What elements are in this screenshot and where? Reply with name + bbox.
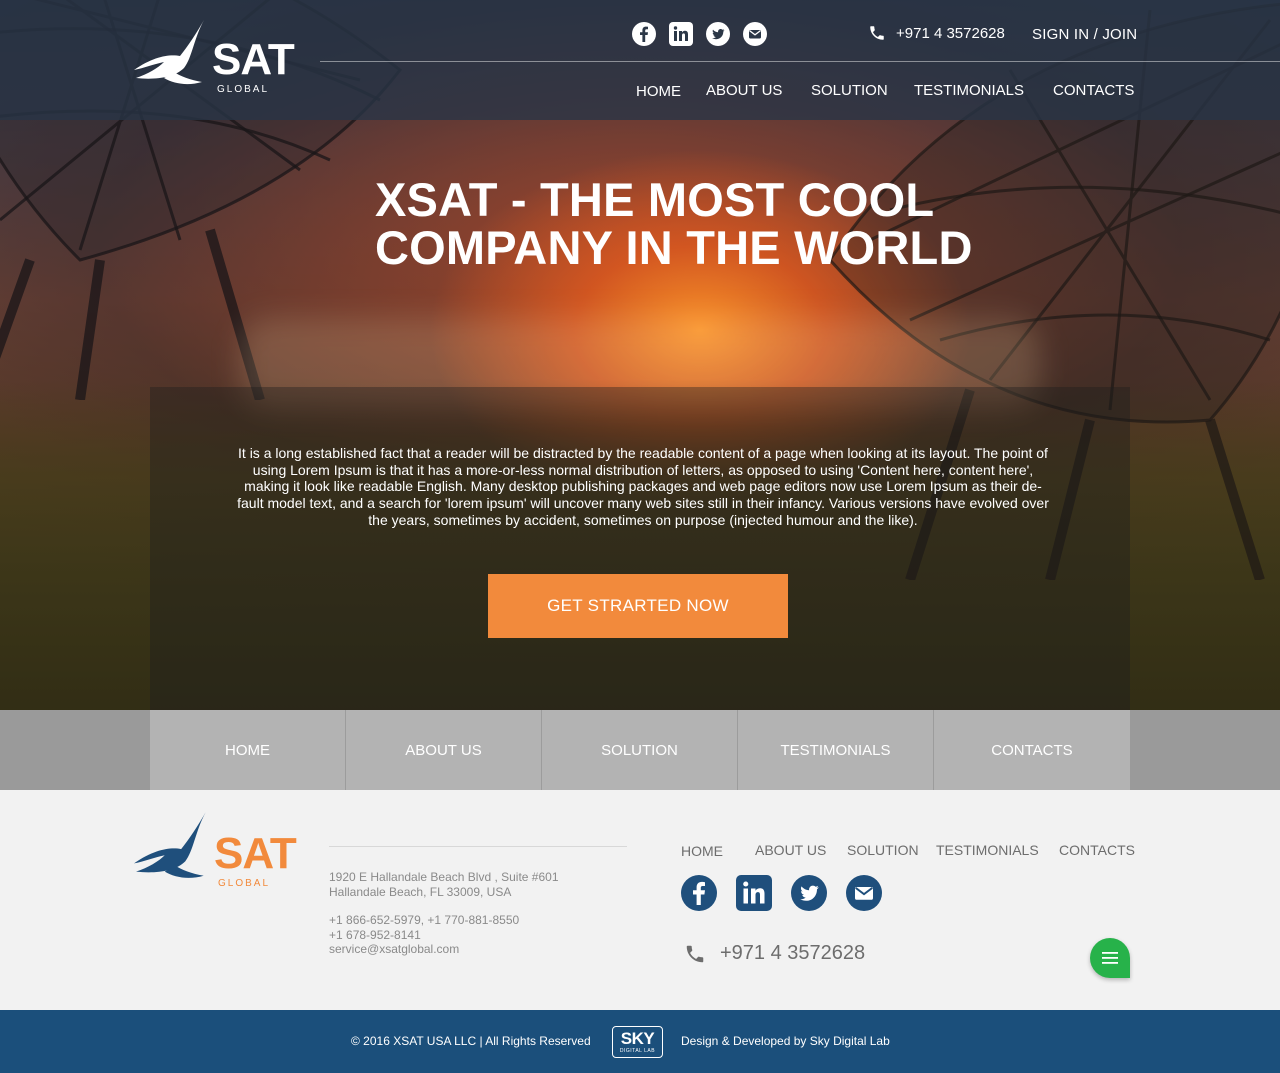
- design-credit[interactable]: Design & Developed by Sky Digital Lab: [681, 1034, 890, 1048]
- section-tabs: HOME ABOUT US SOLUTION TESTIMONIALS CONT…: [150, 710, 1130, 790]
- footer-address: 1920 E Hallandale Beach Blvd , Suite #60…: [329, 870, 559, 900]
- address-line-1: 1920 E Hallandale Beach Blvd , Suite #60…: [329, 870, 559, 884]
- sky-digital-lab-logo[interactable]: SKY DIGITAL LAB: [612, 1026, 663, 1058]
- tab-solution[interactable]: SOLUTION: [542, 710, 738, 790]
- section-tabs-bar: HOME ABOUT US SOLUTION TESTIMONIALS CONT…: [0, 710, 1280, 790]
- logo-text: SAT: [212, 35, 295, 84]
- hero-title: XSAT - THE MOST COOL COMPANY IN THE WORL…: [375, 176, 995, 272]
- header-social-links: [632, 22, 767, 46]
- nav-testimonials[interactable]: TESTIMONIALS: [914, 82, 1024, 99]
- email-icon[interactable]: [846, 875, 882, 911]
- footer-email[interactable]: service@xsatglobal.com: [329, 942, 519, 957]
- footer-divider: [329, 846, 627, 847]
- tab-home[interactable]: HOME: [150, 710, 346, 790]
- menu-icon: [1102, 952, 1118, 964]
- address-line-2: Hallandale Beach, FL 33009, USA: [329, 885, 512, 899]
- linkedin-icon[interactable]: [736, 875, 772, 911]
- header-phone[interactable]: +971 4 3572628: [868, 24, 1005, 42]
- tab-contacts[interactable]: CONTACTS: [934, 710, 1130, 790]
- xsat-logo[interactable]: SAT GLOBAL: [134, 18, 309, 98]
- hero-description: It is a long established fact that a rea…: [237, 445, 1049, 528]
- footer-social-links: [681, 875, 882, 911]
- footer-phone-number: +971 4 3572628: [720, 942, 866, 964]
- footer-nav-testimonials[interactable]: TESTIMONIALS: [936, 842, 1039, 858]
- phone-icon: [686, 945, 704, 962]
- facebook-icon[interactable]: [681, 875, 717, 911]
- get-started-button[interactable]: GET STRARTED NOW: [488, 574, 788, 638]
- hero-title-line-1: XSAT - THE MOST COOL: [375, 173, 935, 226]
- nav-contacts[interactable]: CONTACTS: [1053, 82, 1134, 99]
- bottom-bar: © 2016 XSAT USA LLC | All Rights Reserve…: [0, 1010, 1280, 1073]
- copyright-text: © 2016 XSAT USA LLC | All Rights Reserve…: [351, 1034, 591, 1048]
- footer-logo-text: SAT: [214, 829, 297, 878]
- bird-logo-icon: [134, 812, 206, 878]
- bird-logo-icon: [134, 20, 204, 85]
- footer-nav-contacts[interactable]: CONTACTS: [1059, 842, 1135, 858]
- footer-logo-subtext: GLOBAL: [218, 878, 271, 889]
- header-phone-number: +971 4 3572628: [896, 24, 1005, 42]
- footer-contacts: +1 866-652-5979, +1 770-881-8550 +1 678-…: [329, 913, 519, 957]
- phones-line-2: +1 678-952-8141: [329, 927, 421, 942]
- tab-about-us[interactable]: ABOUT US: [346, 710, 542, 790]
- menu-fab-button[interactable]: [1090, 938, 1130, 978]
- nav-home[interactable]: HOME: [636, 83, 681, 100]
- nav-solution[interactable]: SOLUTION: [811, 82, 888, 99]
- email-icon[interactable]: [743, 22, 767, 46]
- header-divider: [320, 61, 1280, 62]
- twitter-icon[interactable]: [706, 22, 730, 46]
- phones-line-1: +1 866-652-5979, +1 770-881-8550: [329, 913, 520, 927]
- hero-section: SAT GLOBAL +971 4 3572628 SIGN IN / JOIN…: [0, 0, 1280, 790]
- sky-logo-text: SKY: [620, 1029, 655, 1048]
- hero-overlay-panel: [150, 387, 1130, 710]
- signin-join-link[interactable]: SIGN IN / JOIN: [1032, 26, 1137, 43]
- footer-nav-home[interactable]: HOME: [681, 843, 723, 859]
- footer: SAT GLOBAL 1920 E Hallandale Beach Blvd …: [0, 790, 1280, 1010]
- footer-logo[interactable]: SAT GLOBAL: [134, 810, 309, 890]
- footer-nav-about-us[interactable]: ABOUT US: [755, 842, 826, 858]
- footer-phone[interactable]: +971 4 3572628: [684, 942, 865, 965]
- tab-testimonials[interactable]: TESTIMONIALS: [738, 710, 934, 790]
- footer-nav-solution[interactable]: SOLUTION: [847, 842, 919, 858]
- sky-logo-subtext: DIGITAL LAB: [619, 1048, 656, 1054]
- hero-title-line-2: COMPANY IN THE WORLD: [375, 221, 973, 274]
- phone-icon: [870, 26, 884, 40]
- facebook-icon[interactable]: [632, 22, 656, 46]
- twitter-icon[interactable]: [791, 875, 827, 911]
- footer-nav: HOME ABOUT US SOLUTION TESTIMONIALS CONT…: [681, 842, 1141, 862]
- linkedin-icon[interactable]: [669, 22, 693, 46]
- logo-subtext: GLOBAL: [217, 84, 270, 95]
- header-nav: HOME ABOUT US SOLUTION TESTIMONIALS CONT…: [636, 82, 1136, 102]
- nav-about-us[interactable]: ABOUT US: [706, 82, 782, 99]
